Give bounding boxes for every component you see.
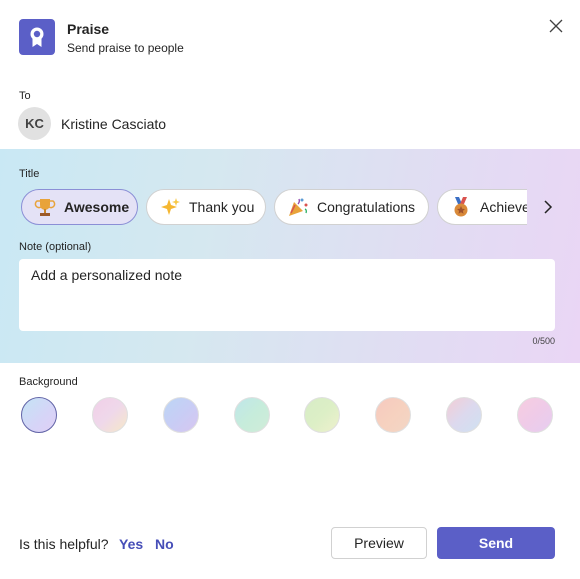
chip-label: Thank you (189, 199, 255, 215)
chip-achievement[interactable]: Achievement (437, 189, 527, 225)
helpful-prompt: Is this helpful? (19, 536, 109, 552)
background-label: Background (19, 376, 78, 388)
chip-label: Congratulations (317, 199, 416, 215)
chip-label: Awesome (64, 199, 130, 215)
swatch-periwinkle[interactable] (163, 397, 199, 433)
note-label: Note (optional) (19, 241, 92, 253)
chip-label: Achievement (480, 199, 527, 215)
medal-icon (450, 196, 472, 218)
helpful-no-link[interactable]: No (155, 536, 174, 552)
avatar: KC (18, 107, 51, 140)
trophy-icon (34, 196, 56, 218)
note-counter: 0/500 (532, 336, 555, 346)
swatch-rose-pink[interactable] (517, 397, 553, 433)
swatch-lime[interactable] (304, 397, 340, 433)
swatch-pink-peach[interactable] (92, 397, 128, 433)
send-button[interactable]: Send (437, 527, 555, 559)
chevron-right-icon[interactable] (539, 197, 557, 217)
swatch-rose-blue[interactable] (446, 397, 482, 433)
swatch-coral[interactable] (375, 397, 411, 433)
recipient-name: Kristine Casciato (61, 116, 167, 132)
dialog-header: Praise Send praise to people (0, 0, 580, 80)
party-popper-icon (287, 196, 309, 218)
title-chips: Awesome Thank you Congratulations Achiev… (21, 189, 527, 225)
close-icon[interactable] (546, 16, 566, 36)
award-ribbon-icon (19, 19, 55, 55)
chip-thank-you[interactable]: Thank you (146, 189, 266, 225)
to-label: To (19, 90, 31, 102)
dialog-title: Praise (67, 21, 110, 37)
swatch-mint[interactable] (234, 397, 270, 433)
note-input[interactable]: Add a personalized note (19, 259, 555, 331)
chip-awesome[interactable]: Awesome (21, 189, 138, 225)
chip-congratulations[interactable]: Congratulations (274, 189, 429, 225)
title-label: Title (19, 168, 40, 180)
swatch-blue-lavender[interactable] (21, 397, 57, 433)
dialog-subtitle: Send praise to people (67, 41, 184, 55)
sparkles-icon (159, 196, 181, 218)
preview-button[interactable]: Preview (331, 527, 427, 559)
helpful-yes-link[interactable]: Yes (119, 536, 143, 552)
